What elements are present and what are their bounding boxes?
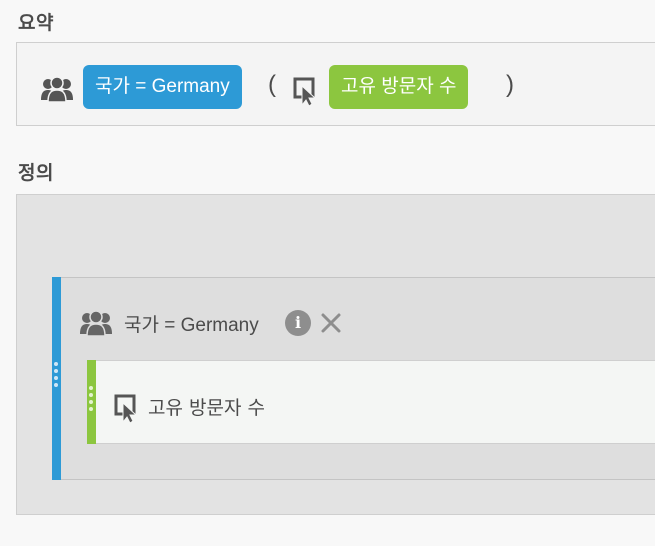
container-label: 국가 = Germany: [124, 315, 259, 336]
drag-handle-dots-icon[interactable]: [54, 362, 58, 387]
dimension-segment-pill[interactable]: 국가 = Germany: [83, 65, 242, 109]
summary-box: 국가 = Germany ( 고유 방문자 수 ): [16, 42, 655, 126]
cursor-icon: [293, 77, 317, 107]
visitors-icon: [41, 76, 73, 102]
visitors-icon: [80, 310, 112, 336]
metric-label: 고유 방문자 수: [148, 397, 265, 419]
close-icon[interactable]: [320, 312, 342, 334]
open-paren: (: [268, 71, 276, 98]
cursor-icon: [114, 394, 138, 424]
info-icon[interactable]: i: [285, 310, 311, 336]
close-paren: ): [506, 71, 514, 98]
definition-title: 정의: [18, 162, 54, 184]
summary-title: 요약: [18, 12, 54, 34]
metric-pill[interactable]: 고유 방문자 수: [329, 65, 469, 109]
metric-drag-handle-dots-icon[interactable]: [89, 386, 93, 411]
